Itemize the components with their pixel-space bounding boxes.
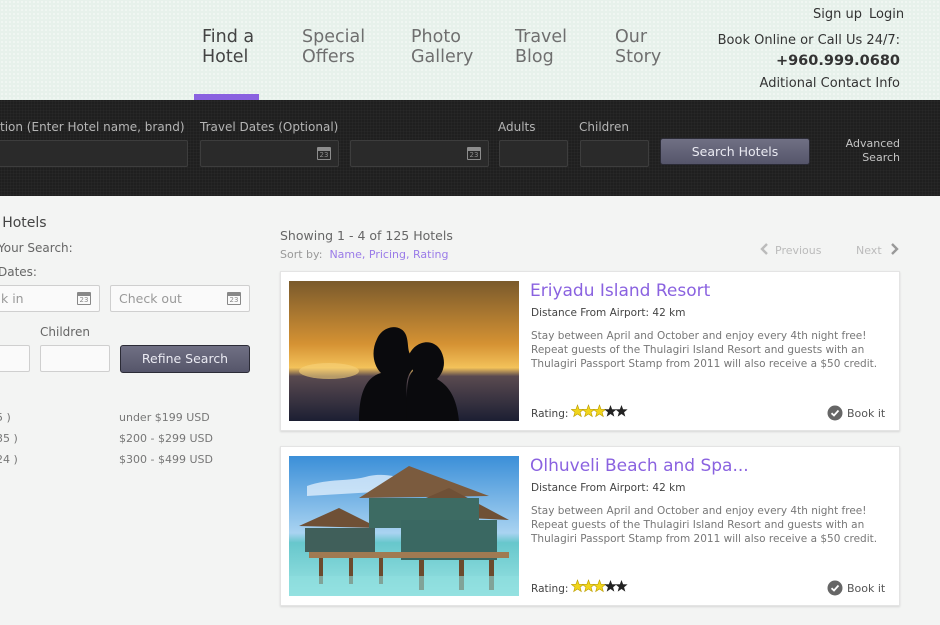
hotel-distance: Distance From Airport: 42 km bbox=[531, 307, 686, 319]
price-count: 35 ) bbox=[0, 432, 18, 445]
nav-special-offers[interactable]: Special Offers bbox=[302, 27, 365, 67]
nav-photo-gallery[interactable]: Photo Gallery bbox=[411, 27, 473, 67]
check-circle-icon bbox=[827, 405, 843, 421]
calendar-icon[interactable]: 23 bbox=[467, 147, 481, 160]
hotel-description: Stay between April and October and enjoy… bbox=[531, 330, 878, 370]
check-circle-icon bbox=[827, 580, 843, 596]
nav-find-a-hotel[interactable]: Find a Hotel bbox=[202, 27, 254, 67]
star-icon bbox=[581, 579, 596, 593]
advanced-search-link[interactable]: Advanced Search bbox=[846, 137, 900, 165]
sort-by-rating-link[interactable]: Rating bbox=[413, 248, 448, 261]
checkout-date-input[interactable]: 23 bbox=[350, 140, 489, 167]
checkin-placeholder: k in bbox=[1, 291, 24, 306]
chevron-right-icon bbox=[890, 243, 899, 255]
sidebar-children-input[interactable] bbox=[40, 345, 110, 372]
destination-input[interactable] bbox=[0, 140, 188, 167]
star-icon bbox=[592, 404, 607, 418]
star-icon bbox=[615, 405, 628, 417]
signup-link[interactable]: Sign up bbox=[813, 7, 862, 22]
checkout-field[interactable]: Check out 23 bbox=[110, 285, 250, 312]
sort-by: Sort by: Name, Pricing, Rating bbox=[280, 248, 448, 261]
sidebar-children-label: Children bbox=[40, 325, 90, 339]
travel-dates-label: Travel Dates (Optional) bbox=[200, 120, 339, 134]
sort-by-name-link[interactable]: Name, bbox=[329, 248, 365, 261]
login-link[interactable]: Login bbox=[869, 7, 904, 22]
star-rating bbox=[571, 404, 628, 418]
star-icon bbox=[571, 579, 585, 593]
star-icon bbox=[592, 579, 607, 593]
hotel-description: Stay between April and October and enjoy… bbox=[531, 505, 878, 545]
book-online-text: Book Online or Call Us 24/7: bbox=[717, 33, 900, 48]
star-rating bbox=[571, 579, 628, 593]
nav-our-story[interactable]: Our Story bbox=[615, 27, 661, 67]
sidebar-title: r Hotels bbox=[0, 215, 47, 231]
price-count: 24 ) bbox=[0, 453, 18, 466]
star-icon bbox=[604, 580, 617, 592]
sort-by-label: Sort by: bbox=[280, 248, 323, 261]
star-icon bbox=[604, 405, 617, 417]
star-icon bbox=[571, 404, 585, 418]
checkout-placeholder: Check out bbox=[119, 291, 182, 306]
checkin-date-input[interactable]: 23 bbox=[200, 140, 339, 167]
chevron-left-icon bbox=[760, 243, 768, 255]
previous-page-link[interactable]: Previous bbox=[760, 243, 822, 257]
sort-by-pricing-link[interactable]: Pricing, bbox=[369, 248, 410, 261]
price-filter-300-499[interactable]: $300 - $499 USD bbox=[119, 453, 213, 466]
price-filter-200-299[interactable]: $200 - $299 USD bbox=[119, 432, 213, 445]
dates-label: Dates: bbox=[0, 265, 37, 279]
hotel-card: Eriyadu Island Resort Distance From Airp… bbox=[280, 271, 900, 431]
adults-input[interactable] bbox=[499, 140, 568, 167]
rating-label: Rating: bbox=[531, 408, 569, 420]
hotel-card: Olhuveli Beach and Spa... Distance From … bbox=[280, 446, 900, 606]
results-count: Showing 1 - 4 of 125 Hotels bbox=[280, 228, 453, 243]
calendar-icon[interactable]: 23 bbox=[77, 292, 91, 305]
sidebar-adults-input[interactable] bbox=[0, 345, 30, 372]
hotel-name-link[interactable]: Eriyadu Island Resort bbox=[530, 281, 710, 301]
star-icon bbox=[581, 404, 596, 418]
hotel-photo-couple-sunset[interactable] bbox=[289, 281, 519, 421]
price-count: 5 ) bbox=[0, 411, 11, 424]
checkin-field[interactable]: k in 23 bbox=[0, 285, 100, 312]
calendar-icon[interactable]: 23 bbox=[317, 147, 331, 160]
book-it-button[interactable]: Book it bbox=[827, 405, 885, 421]
hotel-distance: Distance From Airport: 42 km bbox=[531, 482, 686, 494]
phone-number: +960.999.0680 bbox=[775, 53, 900, 69]
nav-travel-blog[interactable]: Travel Blog bbox=[515, 27, 567, 67]
adults-label: Adults bbox=[498, 120, 536, 134]
rating-label: Rating: bbox=[531, 583, 569, 595]
hotel-name-link[interactable]: Olhuveli Beach and Spa... bbox=[530, 456, 749, 476]
destination-label: tion (Enter Hotel name, brand) bbox=[0, 120, 185, 134]
star-icon bbox=[615, 580, 628, 592]
search-hotels-button[interactable]: Search Hotels bbox=[660, 138, 810, 165]
refine-search-button[interactable]: Refine Search bbox=[120, 345, 250, 373]
children-label: Children bbox=[579, 120, 629, 134]
site-header: Find a Hotel Special Offers Photo Galler… bbox=[0, 0, 940, 100]
your-search-label: Your Search: bbox=[0, 241, 73, 255]
hotel-photo-water-villa[interactable] bbox=[289, 456, 519, 596]
contact-info-link[interactable]: Aditional Contact Info bbox=[760, 76, 900, 91]
calendar-icon[interactable]: 23 bbox=[227, 292, 241, 305]
next-page-link[interactable]: Next bbox=[856, 243, 899, 257]
children-input[interactable] bbox=[580, 140, 649, 167]
book-it-button[interactable]: Book it bbox=[827, 580, 885, 596]
price-filter-under-199[interactable]: under $199 USD bbox=[119, 411, 210, 424]
